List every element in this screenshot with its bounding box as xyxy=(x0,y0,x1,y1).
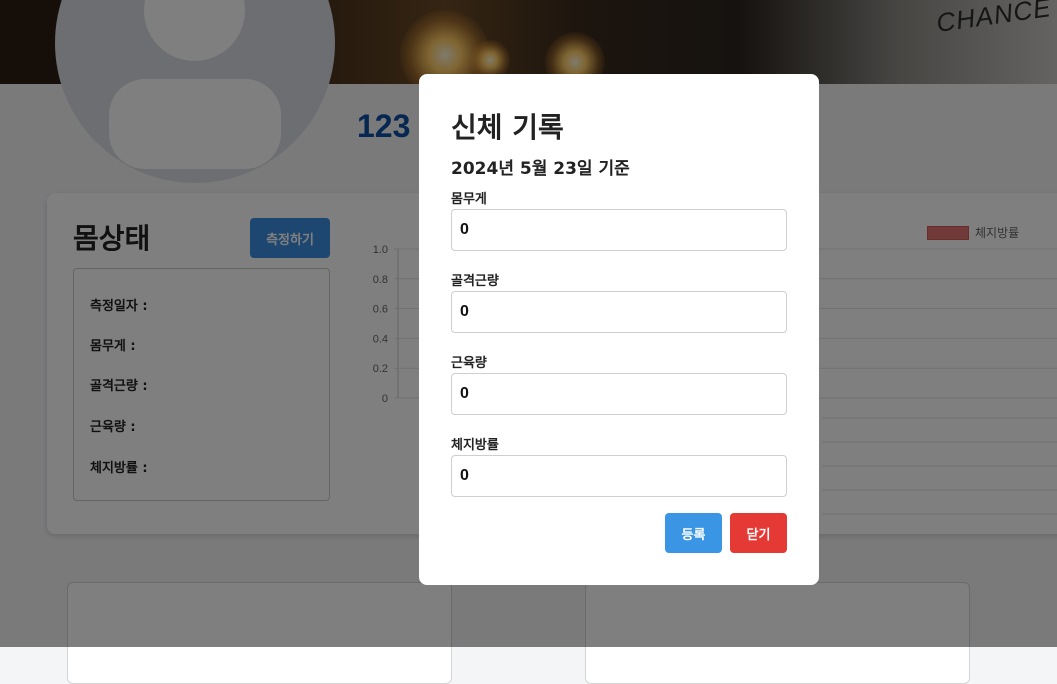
weight-input[interactable] xyxy=(451,209,787,251)
modal-date: 2024년 5월 23일 기준 xyxy=(451,159,630,179)
body-record-modal: 신체 기록 2024년 5월 23일 기준 몸무게 골격근량 근육량 체지방률 … xyxy=(419,74,819,585)
skeletal-muscle-input[interactable] xyxy=(451,291,787,333)
modal-title: 신체 기록 xyxy=(451,111,564,144)
body-fat-field-label: 체지방률 xyxy=(451,438,499,453)
muscle-mass-input[interactable] xyxy=(451,373,787,415)
weight-field-label: 몸무게 xyxy=(451,192,487,207)
register-button[interactable]: 등록 xyxy=(665,513,722,553)
muscle-mass-field-label: 근육량 xyxy=(451,356,487,371)
skeletal-muscle-field-label: 골격근량 xyxy=(451,274,499,289)
body-fat-input[interactable] xyxy=(451,455,787,497)
close-button[interactable]: 닫기 xyxy=(730,513,787,553)
